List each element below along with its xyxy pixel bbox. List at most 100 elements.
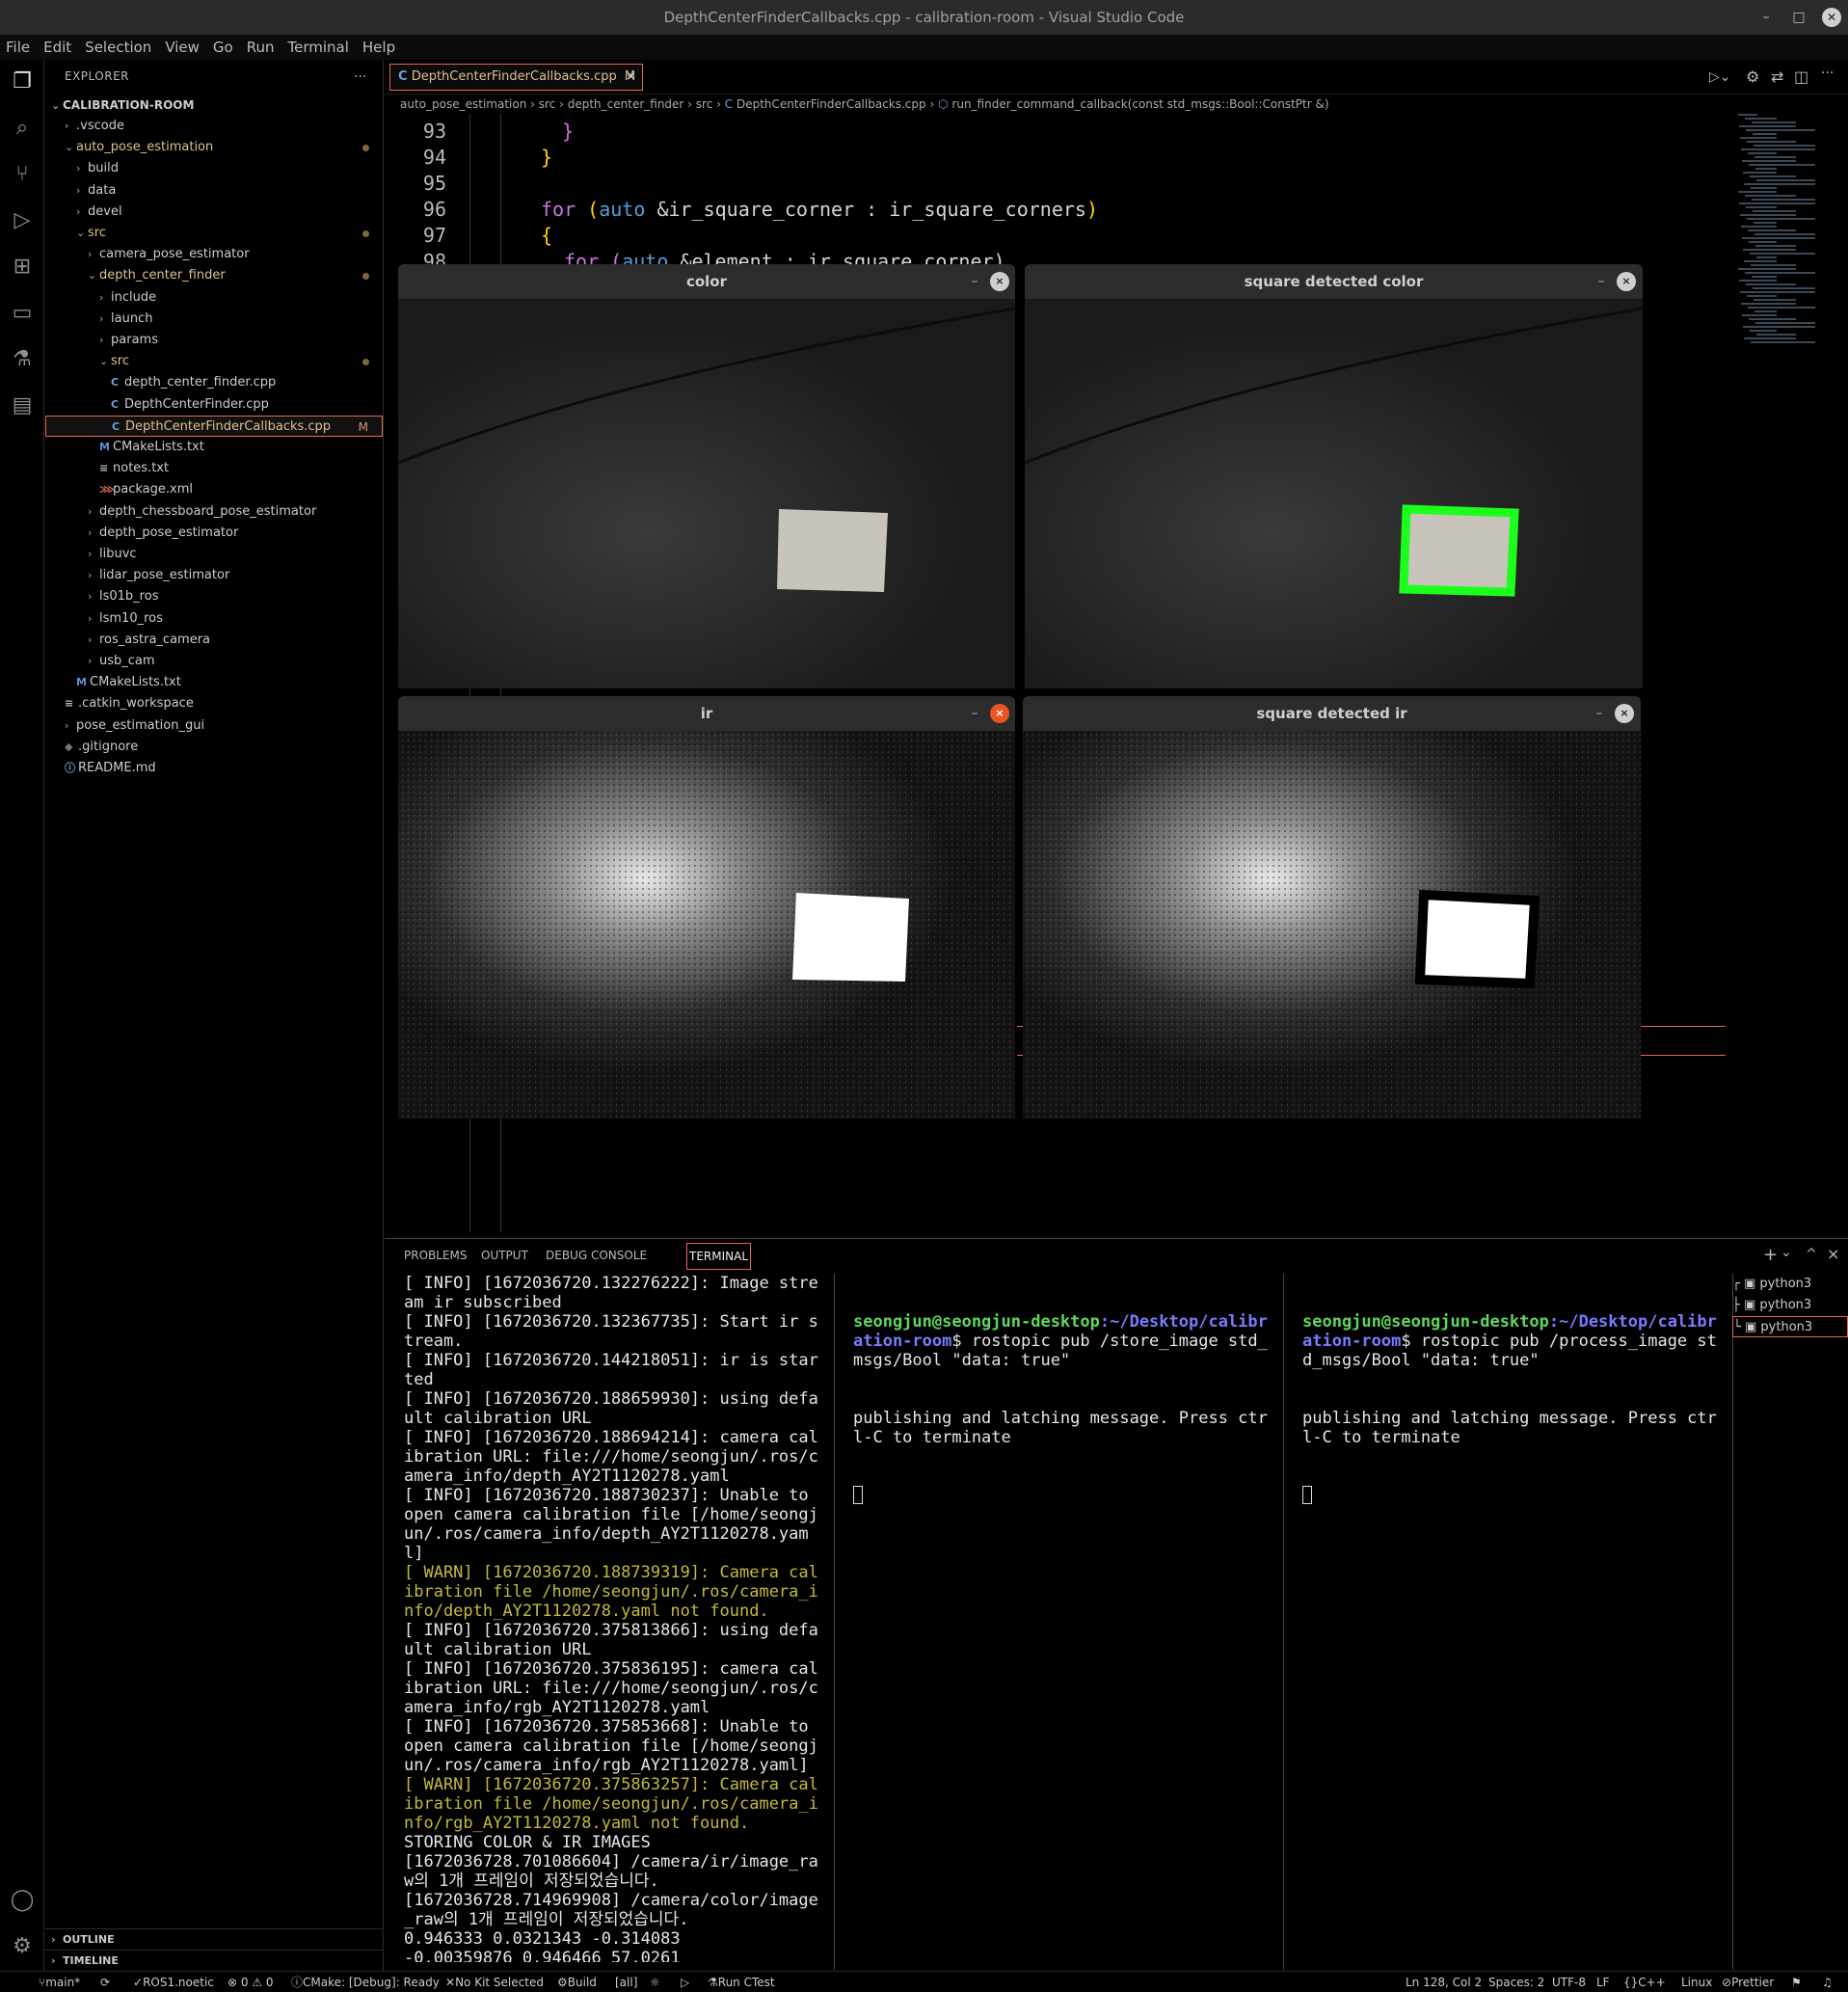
folder-item[interactable]: › depth_pose_estimator [45, 523, 383, 544]
tab-terminal[interactable]: TERMINAL [686, 1243, 752, 1270]
terminal-list-item[interactable]: ┌ ▣ python3 [1732, 1274, 1848, 1295]
platform[interactable]: Linux [1681, 1972, 1712, 1992]
menu-selection[interactable]: Selection [85, 39, 151, 56]
terminal-pane-1[interactable]: [ INFO] [1672036720.132276222]: Image st… [404, 1274, 820, 1962]
search-icon[interactable]: ⌕ [10, 116, 35, 141]
workspace-root[interactable]: ⌄ CALIBRATION-ROOM [45, 94, 383, 116]
folder-item[interactable]: ⌄ src [45, 351, 383, 372]
explorer-icon[interactable]: ❐ [10, 69, 35, 94]
feedback-icon[interactable]: ⚑ [1791, 1972, 1802, 1992]
terminal-list-item[interactable]: ├ ▣ python3 [1732, 1295, 1848, 1316]
square-detected-color-window[interactable]: square detected color – × [1025, 264, 1643, 688]
breadcrumb-item[interactable]: DepthCenterFinderCallbacks.cpp [737, 97, 926, 111]
ir-image-window[interactable]: ir – × [398, 696, 1015, 1118]
close-icon[interactable]: × [1615, 704, 1634, 723]
cursor-position[interactable]: Ln 128, Col 2 [1406, 1972, 1482, 1992]
menu-terminal[interactable]: Terminal [288, 39, 349, 56]
indentation[interactable]: Spaces: 2 [1488, 1972, 1544, 1992]
run-ctest-button[interactable]: ⚗ Run CTest [708, 1972, 775, 1992]
minimap[interactable] [1730, 114, 1827, 364]
folder-item[interactable]: › build [45, 158, 383, 179]
tab-depthcenterfindercallbacks[interactable]: C DepthCenterFinderCallbacks.cpp M × [389, 64, 643, 91]
folder-item[interactable]: › ls01b_ros [45, 586, 383, 607]
menu-edit[interactable]: Edit [43, 39, 71, 56]
testing-icon[interactable]: ⚗ [10, 347, 35, 372]
run-debug-icon[interactable]: ▷ [10, 208, 35, 233]
build-target[interactable]: [all] [615, 1972, 637, 1992]
folder-item[interactable]: ⌄ auto_pose_estimation [45, 137, 383, 158]
maximize-icon[interactable]: □ [1789, 8, 1808, 27]
menu-file[interactable]: File [6, 39, 30, 56]
color-image-window[interactable]: color – × [398, 264, 1015, 688]
folder-item[interactable]: › libuvc [45, 544, 383, 565]
folder-item[interactable]: › ros_astra_camera [45, 630, 383, 651]
file-item[interactable]: ◆ .gitignore [45, 737, 383, 758]
menu-go[interactable]: Go [213, 39, 233, 56]
close-icon[interactable]: × [1617, 272, 1636, 291]
close-tab-icon[interactable]: × [626, 65, 636, 90]
cmake-status[interactable]: ⓘ CMake: [Debug]: Ready [291, 1972, 440, 1992]
breadcrumb-item[interactable]: run_finder_command_callback(const std_ms… [951, 97, 1328, 111]
build-button[interactable]: ⚙ Build [557, 1972, 597, 1992]
sync-icon[interactable]: ⟳ [100, 1972, 110, 1992]
file-item[interactable]: C DepthCenterFinder.cpp [45, 394, 383, 416]
prettier-status[interactable]: ⊘ Prettier [1722, 1972, 1774, 1992]
square-detected-ir-window[interactable]: square detected ir – × [1023, 696, 1641, 1118]
outline-section[interactable]: › OUTLINE [45, 1928, 383, 1950]
folder-item[interactable]: › usb_cam [45, 651, 383, 672]
encoding[interactable]: UTF-8 [1552, 1972, 1586, 1992]
breadcrumb-item[interactable]: src [539, 97, 556, 111]
notebook-icon[interactable]: ▤ [10, 393, 35, 418]
branch-status[interactable]: ⑂ main* [39, 1972, 80, 1992]
tab-output[interactable]: OUTPUT [481, 1249, 528, 1262]
ros-status[interactable]: ✓ ROS1.noetic [133, 1972, 214, 1992]
maximize-panel-icon[interactable]: ^ [1806, 1247, 1817, 1262]
file-item[interactable]: M CMakeLists.txt [45, 437, 383, 458]
folder-item[interactable]: › include [45, 287, 383, 309]
terminal-list-item[interactable]: └ ▣ python3 [1732, 1316, 1848, 1337]
folder-item[interactable]: › params [45, 330, 383, 351]
chevron-down-icon[interactable]: ⌄ [1781, 1245, 1792, 1260]
close-window-icon[interactable]: ✕ [1822, 8, 1841, 27]
tab-problems[interactable]: PROBLEMS [404, 1249, 468, 1262]
file-item[interactable]: Cdepth_center_finder.cpp [45, 372, 383, 393]
more-actions-icon[interactable]: ··· [1821, 66, 1834, 81]
folder-item[interactable]: › data [45, 180, 383, 202]
folder-item[interactable]: › camera_pose_estimator [45, 244, 383, 265]
minimize-icon[interactable]: – [1592, 272, 1611, 291]
new-terminal-icon[interactable]: + [1763, 1245, 1778, 1265]
menu-view[interactable]: View [165, 39, 200, 56]
minimize-icon[interactable]: – [1590, 704, 1609, 723]
folder-item[interactable]: › pose_estimation_gui [45, 715, 383, 737]
close-panel-icon[interactable]: × [1827, 1245, 1839, 1263]
settings-gear-icon[interactable]: ⚙ [1746, 67, 1759, 86]
split-editor-icon[interactable]: ◫ [1794, 67, 1808, 86]
minimize-icon[interactable]: – [965, 272, 984, 291]
debug-icon[interactable]: ☼ [650, 1972, 660, 1992]
folder-item[interactable]: ⌄ depth_center_finder [45, 265, 383, 286]
breadcrumb-item[interactable]: depth_center_finder [568, 97, 684, 111]
gear-icon[interactable]: ⚙ [10, 1934, 35, 1959]
folder-item[interactable]: ⌄ src [45, 223, 383, 244]
tab-debug-console[interactable]: DEBUG CONSOLE [546, 1249, 647, 1262]
more-actions-icon[interactable]: ... [354, 66, 366, 81]
menu-help[interactable]: Help [362, 39, 395, 56]
language-mode[interactable]: {} C++ [1623, 1972, 1666, 1992]
file-item[interactable]: ≡ .catkin_workspace [45, 693, 383, 714]
minimize-icon[interactable]: – [1756, 8, 1776, 27]
remote-explorer-icon[interactable]: ▭ [10, 301, 35, 326]
launch-icon[interactable]: ▷ [681, 1972, 689, 1992]
terminal-pane-2[interactable]: seongjun@seongjun-desktop:~/Desktop/cali… [853, 1274, 1277, 1543]
folder-item[interactable]: › devel [45, 202, 383, 223]
problems-status[interactable]: ⊗ 0 ⚠ 0 [228, 1972, 274, 1992]
file-item[interactable]: ⋙package.xml [45, 479, 383, 500]
folder-item[interactable]: › .vscode [45, 116, 383, 137]
file-item[interactable]: ⓘ README.md [45, 758, 383, 779]
notifications-icon[interactable]: ♫ [1822, 1972, 1833, 1992]
compare-changes-icon[interactable]: ⇄ [1771, 67, 1783, 86]
close-icon[interactable]: × [990, 704, 1009, 723]
file-item[interactable]: M CMakeLists.txt [45, 672, 383, 693]
minimize-icon[interactable]: – [965, 704, 984, 723]
kit-status[interactable]: ✕ No Kit Selected [445, 1972, 544, 1992]
terminal-pane-3[interactable]: seongjun@seongjun-desktop:~/Desktop/cali… [1302, 1274, 1727, 1543]
